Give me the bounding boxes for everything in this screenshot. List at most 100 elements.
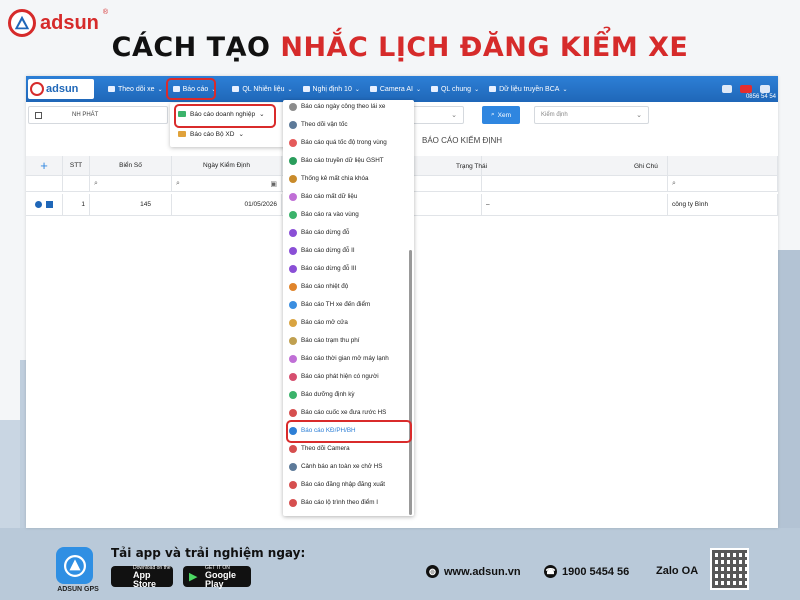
search-icon: ⌕	[94, 179, 98, 187]
zalo-text: Zalo OA	[656, 565, 699, 577]
highlight-bao-cao	[166, 78, 216, 100]
submenu-item[interactable]: Báo cáo truyền dữ liệu GSHT	[289, 154, 384, 167]
nav-ql-chung[interactable]: QL chung ⌄	[430, 76, 479, 102]
youtube-icon[interactable]	[740, 85, 752, 93]
search-date[interactable]: ⌕ ▣	[172, 176, 282, 192]
search-plate[interactable]: ⌕	[90, 176, 172, 192]
nav-logo[interactable]: adsun	[28, 79, 94, 99]
nav-label: Nghị định 10	[312, 85, 352, 93]
search-spacer	[26, 176, 63, 192]
search-icon: ⌕	[672, 179, 676, 187]
vehicle-value: NH PHÁT	[72, 112, 99, 118]
submenu-item-label: Báo cáo thời gian mở máy lạnh	[301, 355, 389, 362]
submenu-item[interactable]: Báo cáo quá tốc độ trong vùng	[289, 136, 387, 149]
submenu-item[interactable]: Báo dưỡng định kỳ	[289, 388, 355, 401]
view-button[interactable]: ⌕ Xem	[482, 106, 520, 124]
page-title: CÁCH TẠO NHẮC LỊCH ĐĂNG KIỂM XE	[0, 32, 800, 63]
submenu-item[interactable]: Báo cáo phát hiện có người	[289, 370, 379, 383]
submenu-item[interactable]: Báo cáo TH xe đến điểm	[289, 298, 370, 311]
google-play-button[interactable]: ▶ GET IT ON Google Play	[183, 565, 251, 588]
note-header-label: Ghi Chú	[634, 162, 658, 170]
app-store-button[interactable]: Download on the App Store	[111, 565, 173, 588]
title-part-1: CÁCH TẠO	[111, 32, 271, 63]
nav-label: Camera AI	[379, 85, 413, 93]
submenu-item-icon	[289, 300, 297, 309]
vehicle-select[interactable]: NH PHÁT	[28, 106, 168, 124]
gps-triangle-icon	[63, 554, 86, 577]
submenu-item[interactable]: Cảnh báo an toàn xe chở HS	[289, 460, 383, 473]
nav-du-lieu-bca[interactable]: Dữ liệu truyền BCA ⌄	[489, 76, 567, 102]
submenu-item-label: Báo cáo dừng đỗ III	[301, 265, 357, 272]
nav-ql-nhien-lieu[interactable]: QL Nhiên liệu ⌄	[232, 76, 293, 102]
submenu-item-label: Báo cáo lộ trình theo điểm I	[301, 499, 379, 506]
clock-icon[interactable]	[35, 201, 42, 208]
highlight-doanh-nghiep	[174, 104, 276, 128]
submenu-item-label: Báo cáo TH xe đến điểm	[301, 301, 371, 308]
adsun-gps-app-icon	[56, 547, 93, 584]
submenu-item[interactable]: Báo cáo nhiệt độ	[289, 280, 348, 293]
submenu-item-label: Cảnh báo an toàn xe chở HS	[301, 463, 383, 470]
submenu-item[interactable]: Báo cáo lộ trình theo điểm I	[289, 496, 378, 509]
menu-item-bao-cao-bo-xd[interactable]: Báo cáo Bộ XD ⌄	[178, 127, 244, 141]
submenu-item[interactable]: Báo cáo dừng đỗ III	[289, 262, 356, 275]
qr-code	[710, 548, 749, 590]
submenu-item[interactable]: Theo dõi vận tốc	[289, 118, 348, 131]
hotline[interactable]: ☎ 1900 5454 56	[544, 565, 629, 578]
nav-label: QL Nhiên liệu	[242, 85, 285, 93]
cell-date: 01/05/2026	[172, 194, 282, 216]
add-row-button[interactable]: +	[26, 156, 63, 176]
submenu-item[interactable]: Báo cáo mất dữ liệu	[289, 190, 357, 203]
submenu-item[interactable]: Báo cáo dừng đỗ	[289, 226, 349, 239]
submenu-item[interactable]: Báo cáo mở cửa	[289, 316, 348, 329]
submenu-item-label: Báo cáo đăng nhập đăng xuất	[301, 481, 386, 488]
chevron-down-icon: ⌄	[238, 131, 244, 138]
website-link[interactable]: ◍ www.adsun.vn	[426, 565, 521, 578]
doanh-nghiep-submenu: Báo cáo ngày công theo lái xe Theo dõi vậ…	[283, 100, 414, 516]
download-cta: Tải app và trải nghiệm ngay:	[111, 546, 306, 560]
calendar-icon[interactable]	[46, 201, 53, 208]
submenu-item-label: Báo cáo phát hiện có người	[301, 373, 379, 380]
submenu-item-label: Báo cáo quá tốc độ trong vùng	[301, 139, 387, 146]
submenu-item[interactable]: Báo cáo ra vào vùng	[289, 208, 359, 221]
submenu-item[interactable]: Báo cáo cuốc xe đưa rước HS	[289, 406, 386, 419]
registered-mark: ®	[102, 9, 109, 16]
submenu-item[interactable]: Theo dõi Camera	[289, 442, 350, 455]
nav-camera-ai[interactable]: Camera AI ⌄	[369, 76, 421, 102]
list-icon	[430, 86, 438, 92]
submenu-scrollbar[interactable]	[409, 250, 412, 515]
type-select[interactable]: Kiểm định ⌄	[534, 106, 649, 124]
calendar-icon[interactable]: ▣	[270, 180, 277, 188]
row-actions	[26, 194, 63, 216]
submenu-item-label: Báo dưỡng định kỳ	[301, 391, 355, 398]
submenu-item-icon	[289, 498, 297, 507]
submenu-item[interactable]: Báo cáo dừng đỗ II	[289, 244, 355, 257]
submenu-item-icon	[289, 246, 297, 255]
nav-logo-text: adsun	[46, 83, 79, 95]
folder-icon	[178, 131, 186, 137]
nav-nghi-dinh-10[interactable]: Nghị định 10 ⌄	[302, 76, 360, 102]
submenu-item-label: Thống kê mất chìa khóa	[301, 175, 369, 182]
top-navbar: adsun Theo dõi xe ⌄ Báo cáo ⌄ QL Nhiên liệ…	[26, 76, 778, 102]
status-header-label: Trạng Thái	[456, 162, 488, 170]
phone-icon[interactable]	[760, 85, 770, 93]
satellite-icon[interactable]	[722, 85, 732, 93]
submenu-item[interactable]: Báo cáo đăng nhập đăng xuất	[289, 478, 385, 491]
submenu-item-label: Báo cáo mất dữ liệu	[301, 193, 358, 200]
submenu-item-label: Báo cáo ngày công theo lái xe	[301, 103, 386, 110]
truck-icon	[302, 86, 310, 92]
submenu-item-label: Báo cáo nhiệt độ	[301, 283, 349, 290]
nav-theo-doi-xe[interactable]: Theo dõi xe ⌄	[108, 76, 163, 102]
search-note[interactable]	[482, 176, 668, 192]
submenu-item[interactable]: Báo cáo ngày công theo lái xe	[289, 100, 385, 113]
submenu-item[interactable]: Báo cáo trạm thu phí	[289, 334, 359, 347]
chevron-down-icon: ⌄	[354, 86, 360, 93]
submenu-item-label: Theo dõi vận tốc	[301, 121, 348, 128]
footer-band	[0, 528, 800, 600]
search-extra[interactable]: ⌕	[668, 176, 778, 192]
submenu-item[interactable]: Báo cáo thời gian mở máy lạnh	[289, 352, 389, 365]
menu-item-label: Báo cáo Bộ XD	[190, 130, 235, 138]
submenu-item-icon	[289, 336, 297, 345]
submenu-item-label: Báo cáo cuốc xe đưa rước HS	[301, 409, 387, 416]
zalo-oa[interactable]: Zalo OA	[656, 565, 698, 577]
submenu-item[interactable]: Thống kê mất chìa khóa	[289, 172, 369, 185]
